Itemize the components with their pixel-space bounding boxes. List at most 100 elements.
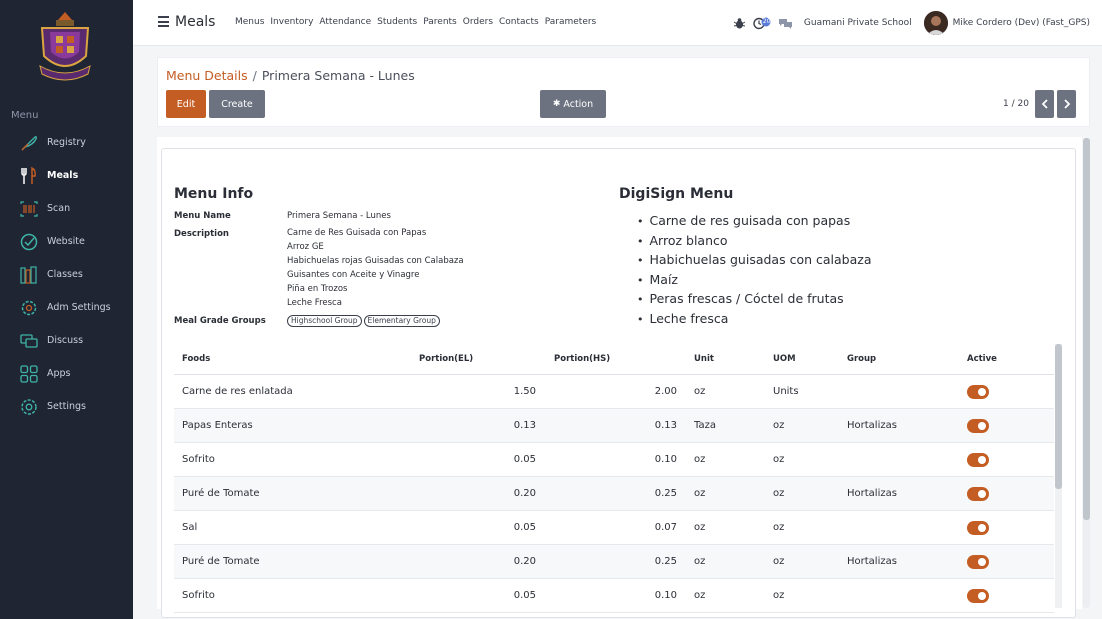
cell-portion-hs: 2.00 [654,386,677,397]
cell-uom: oz [773,420,785,431]
cell-group: Hortalizas [847,556,897,567]
top-menu-item-menus[interactable]: Menus [235,17,264,27]
sidebar-item-label: Apps [47,368,71,379]
sidebar-item-meals[interactable]: Meals [0,159,133,192]
school-crest-logo[interactable] [36,10,94,86]
sidebar-nav: Registry Meals Scan Website Classes Adm … [0,126,133,423]
description-line: Leche Fresca [287,298,342,308]
table-scrollbar-thumb[interactable] [1055,344,1062,489]
top-menu-item-orders[interactable]: Orders [463,17,493,27]
meal-grade-groups-label: Meal Grade Groups [174,316,266,326]
foods-table: Foods Portion(EL) Portion(HS) Unit UOM G… [174,344,1054,613]
top-menu-item-inventory[interactable]: Inventory [270,17,313,27]
grade-group-tag[interactable]: Elementary Group [363,315,440,327]
sidebar-item-classes[interactable]: Classes [0,258,133,291]
top-menu-item-attendance[interactable]: Attendance [319,17,371,27]
topbar-right: 20 Guamani Private School Mike Cordero (… [733,0,1102,46]
company-name[interactable]: Guamani Private School [804,18,912,28]
edit-button[interactable]: Edit [166,90,206,118]
column-header-uom[interactable]: UOM [773,354,796,364]
cell-portion-el: 0.20 [513,488,536,499]
sidebar-item-label: Registry [47,137,86,148]
breadcrumb-current: Primera Semana - Lunes [261,68,415,83]
sidebar-item-adm-settings[interactable]: Adm Settings [0,291,133,324]
cell-food: Papas Enteras [182,420,253,431]
fork-knife-icon [18,165,40,187]
top-menu-item-parents[interactable]: Parents [423,17,457,27]
hamburger-menu-icon[interactable] [158,16,169,28]
table-row[interactable]: Sal 0.05 0.07 oz oz [174,511,1054,545]
user-name[interactable]: Mike Cordero (Dev) (Fast_GPS) [953,18,1090,28]
active-toggle[interactable] [967,555,989,569]
menu-name-label: Menu Name [174,211,231,221]
active-toggle[interactable] [967,453,989,467]
cell-portion-el: 0.20 [513,556,536,567]
breadcrumb: Menu Details / Primera Semana - Lunes [166,68,415,83]
barcode-icon [18,198,40,220]
app-title[interactable]: Meals [175,14,215,30]
table-row[interactable]: Carne de res enlatada 1.50 2.00 oz Units [174,375,1054,409]
cell-unit: oz [694,386,706,397]
description-label: Description [174,229,229,239]
grade-group-tag[interactable]: Highschool Group [287,315,362,327]
pager-value[interactable]: 1 / 20 [1003,99,1029,109]
sidebar-item-registry[interactable]: Registry [0,126,133,159]
table-row[interactable]: Puré de Tomate 0.20 0.25 oz oz Hortalizas [174,545,1054,579]
top-menu-item-contacts[interactable]: Contacts [499,17,539,27]
topbar: Meals Menus Inventory Attendance Student… [133,0,1102,46]
sidebar-item-settings[interactable]: Settings [0,390,133,423]
sidebar-item-website[interactable]: Website [0,225,133,258]
column-header-unit[interactable]: Unit [694,354,714,364]
digisign-item: Peras frescas / Cóctel de frutas [637,289,871,309]
active-toggle[interactable] [967,419,989,433]
cell-portion-el: 0.05 [513,590,536,601]
column-header-portion-el[interactable]: Portion(EL) [419,354,473,364]
form-scrollbar-thumb[interactable] [1083,138,1090,520]
column-header-portion-hs[interactable]: Portion(HS) [554,354,610,364]
cell-unit: oz [694,454,706,465]
top-menu: Menus Inventory Attendance Students Pare… [235,17,596,27]
sidebar-item-scan[interactable]: Scan [0,192,133,225]
cell-unit: Taza [694,420,716,431]
table-scrollbar[interactable] [1055,344,1062,608]
sidebar-item-apps[interactable]: Apps [0,357,133,390]
gear-icon [18,297,40,319]
top-menu-item-students[interactable]: Students [377,17,417,27]
cell-portion-hs: 0.10 [654,590,677,601]
sidebar-item-label: Meals [47,170,79,181]
table-header: Foods Portion(EL) Portion(HS) Unit UOM G… [174,344,1054,375]
bug-icon[interactable] [733,17,746,30]
cell-uom: oz [773,522,785,533]
column-header-group[interactable]: Group [847,354,876,364]
form-scrollbar[interactable] [1083,138,1090,608]
table-row[interactable]: Sofrito 0.05 0.10 oz oz [174,443,1054,477]
breadcrumb-parent-link[interactable]: Menu Details [166,68,248,83]
chat-bubble-icon[interactable] [778,17,793,30]
create-button[interactable]: Create [209,90,265,118]
activity-clock-icon[interactable]: 20 [753,17,771,30]
pager-next-button[interactable] [1057,90,1076,118]
cell-group: Hortalizas [847,488,897,499]
menu-heading: Menu [11,110,39,121]
avatar[interactable] [923,11,948,35]
sidebar-item-discuss[interactable]: Discuss [0,324,133,357]
top-menu-item-parameters[interactable]: Parameters [545,17,597,27]
table-row[interactable]: Puré de Tomate 0.20 0.25 oz oz Hortalizas [174,477,1054,511]
pager-previous-button[interactable] [1035,90,1054,118]
column-header-foods[interactable]: Foods [182,354,210,364]
description-line: Carne de Res Guisada con Papas [287,228,427,238]
gear-icon: ✱ [552,99,561,109]
cell-food: Puré de Tomate [182,556,260,567]
cell-group: Hortalizas [847,420,897,431]
active-toggle[interactable] [967,589,989,603]
control-panel: Menu Details / Primera Semana - Lunes Edit… [157,57,1090,127]
column-header-active[interactable]: Active [967,354,997,364]
active-toggle[interactable] [967,385,989,399]
active-toggle[interactable] [967,521,989,535]
digisign-list: Carne de res guisada con papas Arroz bla… [637,211,872,328]
table-row[interactable]: Papas Enteras 0.13 0.13 Taza oz Hortalizas [174,409,1054,443]
active-toggle[interactable] [967,487,989,501]
action-button[interactable]: ✱ Action [540,90,606,118]
table-row[interactable]: Sofrito 0.05 0.10 oz oz [174,579,1054,613]
globe-check-icon [18,231,40,253]
